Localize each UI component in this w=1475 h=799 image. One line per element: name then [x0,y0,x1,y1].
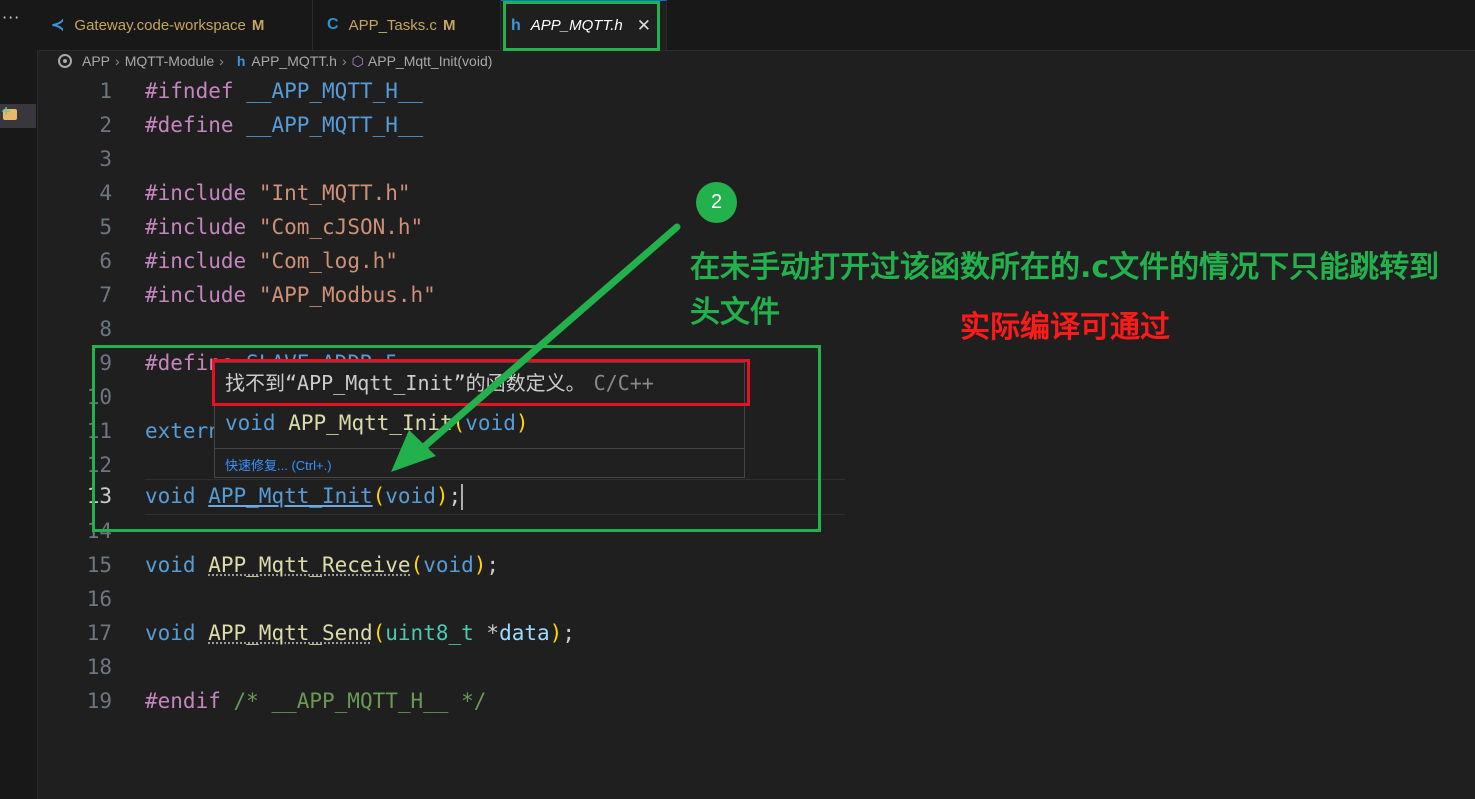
annotation-arrow [391,223,681,472]
step-badge: 2 [696,182,737,223]
annotation-text-red: 实际编译可通过 [960,310,1170,345]
